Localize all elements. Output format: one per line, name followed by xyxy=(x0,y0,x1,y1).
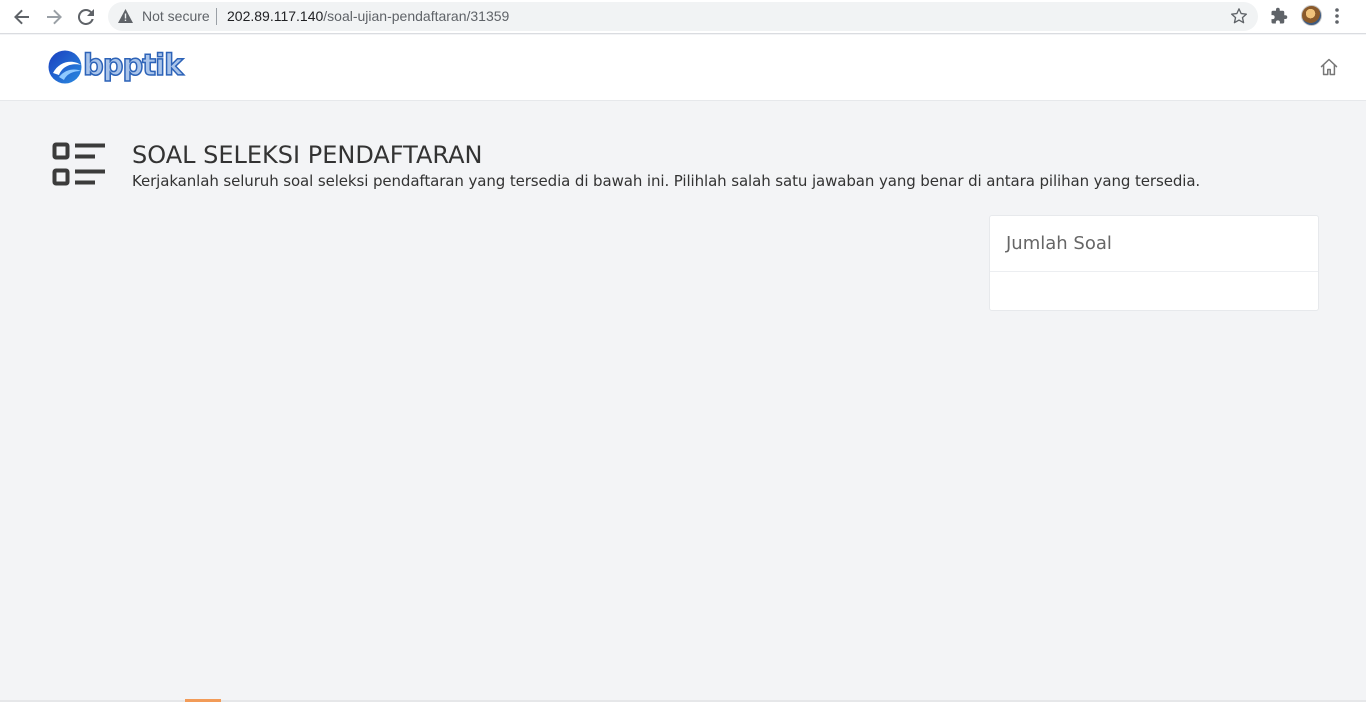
card-title: Jumlah Soal xyxy=(1006,233,1112,254)
site-header: bpptik xyxy=(0,35,1366,101)
page-title: SOAL SELEKSI PENDAFTARAN xyxy=(132,141,483,169)
page-subtitle: Kerjakanlah seluruh soal seleksi pendaft… xyxy=(132,172,1201,190)
card-header: Jumlah Soal xyxy=(990,216,1318,272)
security-label[interactable]: Not secure xyxy=(142,8,210,24)
card-body xyxy=(990,272,1318,310)
site-logo[interactable]: bpptik xyxy=(47,47,187,85)
star-icon[interactable] xyxy=(1230,7,1248,25)
url-path: /soal-ujian-pendaftaran/31359 xyxy=(323,8,510,24)
profile-avatar[interactable] xyxy=(1301,5,1322,26)
omnibox-divider xyxy=(216,8,217,25)
address-bar[interactable]: Not secure 202.89.117.140/soal-ujian-pen… xyxy=(108,2,1258,31)
question-count-card: Jumlah Soal xyxy=(989,215,1319,311)
browser-toolbar: Not secure 202.89.117.140/soal-ujian-pen… xyxy=(0,0,1366,34)
reload-button[interactable] xyxy=(73,4,99,30)
url-text[interactable]: 202.89.117.140/soal-ujian-pendaftaran/31… xyxy=(227,8,509,24)
reload-icon xyxy=(78,9,94,25)
logo-text: bpptik xyxy=(82,47,184,83)
list-icon xyxy=(52,142,105,186)
puzzle-icon[interactable] xyxy=(1270,7,1288,25)
arrow-right-icon xyxy=(47,9,62,25)
warning-icon xyxy=(118,9,133,23)
logo-mark xyxy=(48,50,82,84)
arrow-left-icon xyxy=(14,9,29,25)
kebab-menu-icon[interactable] xyxy=(1334,7,1340,25)
url-host: 202.89.117.140 xyxy=(227,8,324,24)
home-icon[interactable] xyxy=(1319,57,1339,77)
forward-button[interactable] xyxy=(41,4,67,30)
back-button[interactable] xyxy=(9,4,35,30)
